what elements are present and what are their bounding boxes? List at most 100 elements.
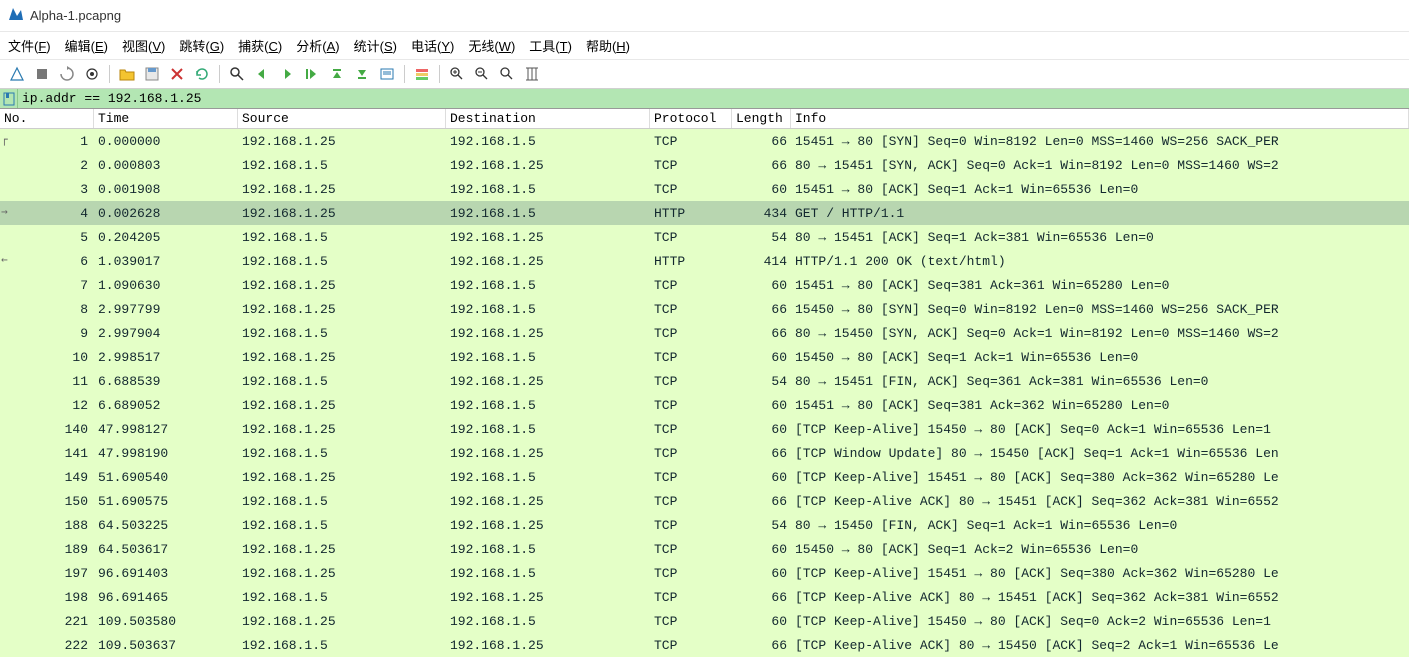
go-forward-icon[interactable] <box>276 63 298 85</box>
restart-capture-icon[interactable] <box>56 63 78 85</box>
packet-row[interactable]: 82.997799192.168.1.25192.168.1.5TCP66154… <box>0 297 1409 321</box>
menu-help[interactable]: 帮助(H) <box>586 36 630 55</box>
cell-time: 64.503225 <box>94 517 238 534</box>
packet-row[interactable]: 18964.503617192.168.1.25192.168.1.5TCP60… <box>0 537 1409 561</box>
cell-time: 47.998190 <box>94 445 238 462</box>
col-header-source[interactable]: Source <box>238 109 446 128</box>
bookmark-filter-icon[interactable] <box>0 89 18 108</box>
cell-info: 80 → 15451 [FIN, ACK] Seq=361 Ack=381 Wi… <box>791 373 1409 390</box>
packet-row[interactable]: 30.001908192.168.1.25192.168.1.5TCP60154… <box>0 177 1409 201</box>
packet-row[interactable]: 71.090630192.168.1.25192.168.1.5TCP60154… <box>0 273 1409 297</box>
packet-row[interactable]: 18864.503225192.168.1.5192.168.1.25TCP54… <box>0 513 1409 537</box>
capture-options-icon[interactable] <box>81 63 103 85</box>
save-file-icon[interactable] <box>141 63 163 85</box>
cell-info: 15451 → 80 [ACK] Seq=381 Ack=361 Win=652… <box>791 277 1409 294</box>
packet-row[interactable]: 14147.998190192.168.1.5192.168.1.25TCP66… <box>0 441 1409 465</box>
packet-row[interactable]: 19796.691403192.168.1.25192.168.1.5TCP60… <box>0 561 1409 585</box>
menu-capture[interactable]: 捕获(C) <box>238 36 282 55</box>
packet-row[interactable]: 50.204205192.168.1.5192.168.1.25TCP5480 … <box>0 225 1409 249</box>
packet-row[interactable]: 20.000803192.168.1.5192.168.1.25TCP6680 … <box>0 153 1409 177</box>
cell-source: 192.168.1.25 <box>238 541 446 558</box>
cell-destination: 192.168.1.5 <box>446 205 650 222</box>
menu-analyze[interactable]: 分析(A) <box>296 36 339 55</box>
packet-row[interactable]: 221109.503580192.168.1.25192.168.1.5TCP6… <box>0 609 1409 633</box>
cell-source: 192.168.1.5 <box>238 589 446 606</box>
cell-destination: 192.168.1.5 <box>446 277 650 294</box>
menu-file[interactable]: 文件(F) <box>8 36 51 55</box>
col-header-no[interactable]: No. <box>0 109 94 128</box>
cell-length: 66 <box>732 301 791 318</box>
zoom-in-icon[interactable] <box>446 63 468 85</box>
cell-protocol: TCP <box>650 181 732 198</box>
menu-edit[interactable]: 编辑(E) <box>65 36 108 55</box>
col-header-info[interactable]: Info <box>791 109 1409 128</box>
start-capture-icon[interactable] <box>6 63 28 85</box>
cell-time: 47.998127 <box>94 421 238 438</box>
title-bar: Alpha-1.pcapng <box>0 0 1409 32</box>
cell-destination: 192.168.1.5 <box>446 469 650 486</box>
stop-capture-icon[interactable] <box>31 63 53 85</box>
cell-protocol: TCP <box>650 589 732 606</box>
go-last-icon[interactable] <box>351 63 373 85</box>
cell-info: [TCP Keep-Alive ACK] 80 → 15450 [ACK] Se… <box>791 637 1409 654</box>
packet-row[interactable]: 92.997904192.168.1.5192.168.1.25TCP6680 … <box>0 321 1409 345</box>
menu-telephony[interactable]: 电话(Y) <box>411 36 454 55</box>
menu-tools[interactable]: 工具(T) <box>529 36 572 55</box>
packet-row[interactable]: 15051.690575192.168.1.5192.168.1.25TCP66… <box>0 489 1409 513</box>
go-back-icon[interactable] <box>251 63 273 85</box>
display-filter-bar <box>0 89 1409 109</box>
toolbar-separator <box>109 65 110 83</box>
cell-destination: 192.168.1.5 <box>446 541 650 558</box>
cell-source: 192.168.1.25 <box>238 565 446 582</box>
col-header-protocol[interactable]: Protocol <box>650 109 732 128</box>
zoom-out-icon[interactable] <box>471 63 493 85</box>
menu-view[interactable]: 视图(V) <box>122 36 165 55</box>
wireshark-fin-icon <box>8 6 24 25</box>
cell-protocol: HTTP <box>650 205 732 222</box>
cell-source: 192.168.1.5 <box>238 445 446 462</box>
packet-row[interactable]: 19896.691465192.168.1.5192.168.1.25TCP66… <box>0 585 1409 609</box>
cell-source: 192.168.1.5 <box>238 517 446 534</box>
cell-protocol: TCP <box>650 541 732 558</box>
resize-columns-icon[interactable] <box>521 63 543 85</box>
cell-destination: 192.168.1.25 <box>446 325 650 342</box>
packet-row[interactable]: 10.000000192.168.1.25192.168.1.5TCP66154… <box>0 129 1409 153</box>
cell-length: 66 <box>732 133 791 150</box>
cell-source: 192.168.1.25 <box>238 205 446 222</box>
menu-stats[interactable]: 统计(S) <box>354 36 397 55</box>
menu-wireless[interactable]: 无线(W) <box>468 36 515 55</box>
col-header-destination[interactable]: Destination <box>446 109 650 128</box>
cell-protocol: TCP <box>650 445 732 462</box>
cell-protocol: HTTP <box>650 253 732 270</box>
cell-time: 6.689052 <box>94 397 238 414</box>
find-packet-icon[interactable] <box>226 63 248 85</box>
packet-row[interactable]: 40.002628192.168.1.25192.168.1.5HTTP434G… <box>0 201 1409 225</box>
packet-row[interactable]: 14951.690540192.168.1.25192.168.1.5TCP60… <box>0 465 1409 489</box>
menu-go[interactable]: 跳转(G) <box>179 36 224 55</box>
cell-length: 60 <box>732 349 791 366</box>
reload-icon[interactable] <box>191 63 213 85</box>
cell-source: 192.168.1.5 <box>238 325 446 342</box>
col-header-length[interactable]: Length <box>732 109 791 128</box>
go-first-icon[interactable] <box>326 63 348 85</box>
packet-row[interactable]: 126.689052192.168.1.25192.168.1.5TCP6015… <box>0 393 1409 417</box>
window-title: Alpha-1.pcapng <box>30 8 121 23</box>
cell-time: 1.090630 <box>94 277 238 294</box>
packet-row[interactable]: 222109.503637192.168.1.5192.168.1.25TCP6… <box>0 633 1409 657</box>
cell-length: 66 <box>732 325 791 342</box>
packet-row[interactable]: 61.039017192.168.1.5192.168.1.25HTTP414H… <box>0 249 1409 273</box>
display-filter-input[interactable] <box>18 89 1409 108</box>
open-file-icon[interactable] <box>116 63 138 85</box>
go-to-packet-icon[interactable] <box>301 63 323 85</box>
zoom-reset-icon[interactable] <box>496 63 518 85</box>
packet-row[interactable]: 116.688539192.168.1.5192.168.1.25TCP5480… <box>0 369 1409 393</box>
col-header-time[interactable]: Time <box>94 109 238 128</box>
packet-row[interactable]: 102.998517192.168.1.25192.168.1.5TCP6015… <box>0 345 1409 369</box>
cell-destination: 192.168.1.25 <box>446 253 650 270</box>
packet-row[interactable]: 14047.998127192.168.1.25192.168.1.5TCP60… <box>0 417 1409 441</box>
colorize-icon[interactable] <box>411 63 433 85</box>
cell-source: 192.168.1.5 <box>238 373 446 390</box>
auto-scroll-icon[interactable] <box>376 63 398 85</box>
close-file-icon[interactable] <box>166 63 188 85</box>
cell-destination: 192.168.1.25 <box>446 157 650 174</box>
